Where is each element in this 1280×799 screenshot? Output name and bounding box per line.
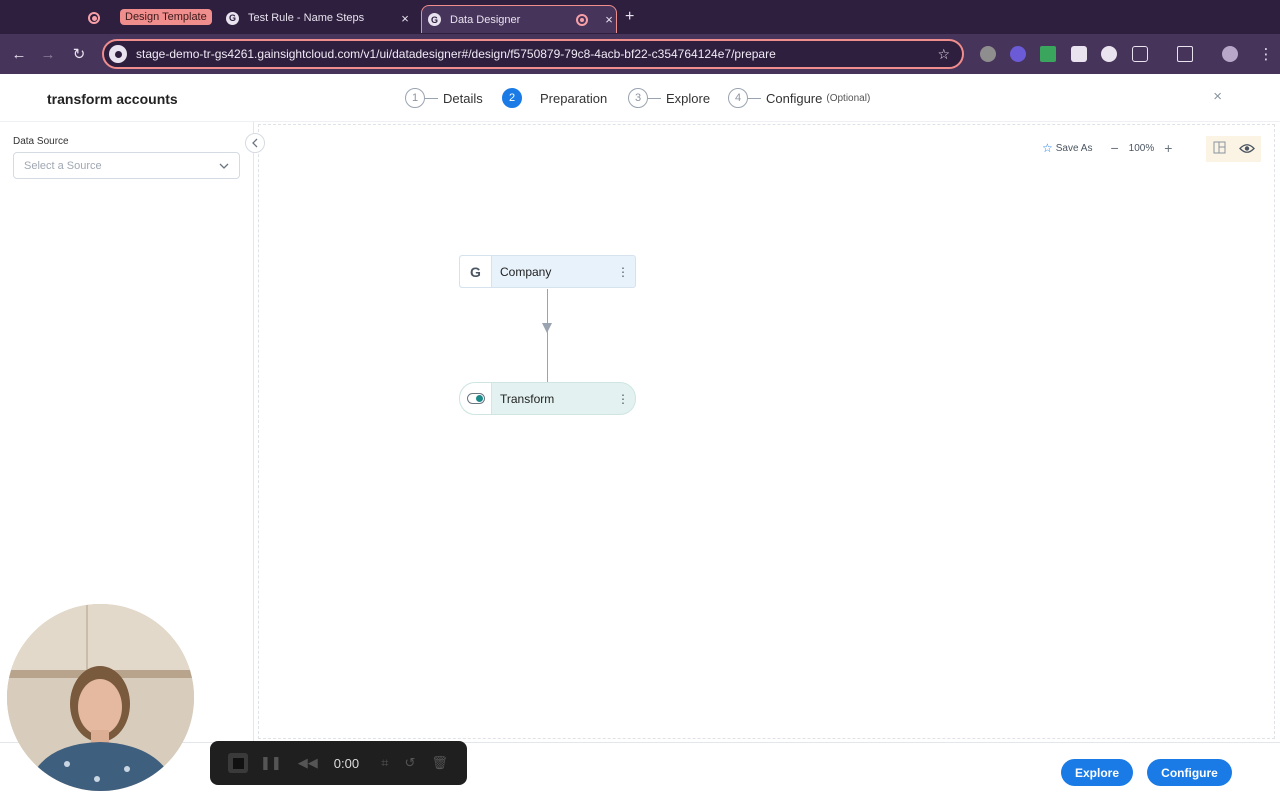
screen-recorder-controls: ❚❚ ◀◀ 0:00 ⌗ ↺ 🗑 [210, 741, 467, 785]
zoom-level: 100% [1128, 142, 1155, 154]
node-connector-line [547, 289, 548, 382]
layout-icon[interactable] [1213, 141, 1226, 157]
transform-icon [460, 383, 492, 414]
gainsight-icon: G [460, 256, 492, 287]
save-as-button[interactable]: ☆ Save As [1042, 141, 1092, 155]
step-label: Configure [766, 90, 823, 106]
address-bar[interactable]: stage-demo-tr-gs4261.gainsightcloud.com/… [102, 39, 964, 69]
extensions-puzzle-icon[interactable] [1132, 46, 1148, 62]
step-optional-tag: (Optional) [826, 92, 871, 104]
canvas-toolbar: ☆ Save As − 100% + [1042, 136, 1172, 160]
page-title: transform accounts [47, 91, 178, 107]
step-configure[interactable]: 4 Configure (Optional) [728, 88, 870, 108]
kebab-menu-icon[interactable]: ⋮ [611, 265, 635, 279]
rewind-icon[interactable]: ◀◀ [298, 755, 318, 771]
new-tab-button[interactable]: + [625, 8, 634, 26]
view-toggle-group [1206, 136, 1261, 162]
reload-icon[interactable]: ↻ [69, 44, 89, 64]
forward-icon[interactable]: → [38, 44, 58, 64]
node-label: Transform [500, 391, 555, 406]
step-number: 4 [728, 88, 748, 108]
drive-icon[interactable] [1040, 46, 1056, 62]
browser-tab[interactable]: G Test Rule - Name Steps × [222, 6, 412, 30]
step-connector [748, 97, 761, 99]
data-source-label: Data Source [13, 136, 69, 147]
trim-icon[interactable]: ⌗ [381, 755, 388, 771]
star-icon: ☆ [1042, 141, 1053, 155]
step-connector [522, 98, 535, 99]
browser-toolbar: ← → ↻ stage-demo-tr-gs4261.gainsightclou… [0, 34, 1280, 74]
node-company[interactable]: G Company ⋮ [459, 255, 636, 288]
extension-icon[interactable] [980, 46, 996, 62]
cast-icon[interactable] [1177, 46, 1193, 62]
extension-icon[interactable] [1071, 46, 1087, 62]
record-icon [88, 12, 100, 24]
step-number: 2 [502, 88, 522, 108]
extension-icon[interactable] [1010, 46, 1026, 62]
step-details[interactable]: 1 Details [405, 88, 483, 108]
explore-button[interactable]: Explore [1061, 759, 1133, 786]
gainsight-favicon-icon: G [428, 13, 441, 26]
close-icon[interactable]: × [602, 12, 616, 27]
close-designer-icon[interactable]: × [1213, 88, 1222, 105]
zoom-in-button[interactable]: + [1164, 140, 1172, 156]
record-icon [576, 13, 588, 26]
save-as-label: Save As [1055, 142, 1093, 154]
designer-header: transform accounts 1 Details 2 Preparati… [0, 74, 1280, 122]
webcam-preview [7, 604, 194, 791]
kebab-menu-icon[interactable]: ⋮ [611, 392, 635, 406]
site-info-icon[interactable] [109, 45, 127, 63]
password-manager-icon[interactable] [1101, 46, 1117, 62]
preview-eye-icon[interactable] [1238, 142, 1255, 157]
step-label: Preparation [540, 90, 608, 106]
node-transform[interactable]: Transform ⋮ [459, 382, 636, 415]
tab-title: Test Rule - Name Steps [248, 12, 365, 24]
step-label: Details [443, 90, 483, 106]
step-explore[interactable]: 3 Explore [628, 88, 710, 108]
back-icon[interactable]: ← [9, 44, 29, 64]
delete-icon[interactable]: 🗑 [431, 755, 448, 771]
design-canvas[interactable] [258, 124, 1275, 739]
step-number: 3 [628, 88, 648, 108]
restart-icon[interactable]: ↺ [404, 755, 415, 771]
chevron-left-icon [252, 138, 258, 148]
step-connector [425, 97, 438, 99]
step-preparation[interactable]: 2 Preparation [502, 88, 607, 108]
node-label: Company [500, 264, 552, 279]
browser-tab-bar: Design Template G Test Rule - Name Steps… [0, 0, 1280, 34]
close-icon[interactable]: × [398, 11, 412, 26]
recording-time: 0:00 [333, 755, 360, 771]
profile-avatar[interactable] [1222, 46, 1238, 62]
step-connector [648, 97, 661, 99]
pause-icon[interactable]: ❚❚ [260, 755, 282, 771]
zoom-out-button[interactable]: − [1110, 140, 1118, 156]
tab-group-label[interactable]: Design Template [120, 9, 212, 25]
tab-title: Data Designer [450, 13, 521, 26]
recording-indicator[interactable] [88, 6, 102, 30]
configure-button[interactable]: Configure [1147, 759, 1232, 786]
browser-menu-icon[interactable]: ⋮ [1256, 44, 1276, 64]
browser-tab-active[interactable]: G Data Designer × [421, 5, 617, 33]
data-source-select[interactable]: Select a Source [13, 152, 240, 179]
chevron-down-icon [219, 160, 229, 172]
step-label: Explore [666, 90, 711, 106]
connector-arrow-icon [542, 323, 552, 333]
collapse-panel-button[interactable] [245, 133, 265, 153]
step-number: 1 [405, 88, 425, 108]
gainsight-favicon-icon: G [226, 11, 239, 25]
select-placeholder: Select a Source [24, 159, 102, 172]
stop-recording-button[interactable] [228, 753, 248, 773]
url-text[interactable]: stage-demo-tr-gs4261.gainsightcloud.com/… [136, 47, 937, 61]
bookmark-star-icon[interactable]: ☆ [937, 46, 950, 63]
